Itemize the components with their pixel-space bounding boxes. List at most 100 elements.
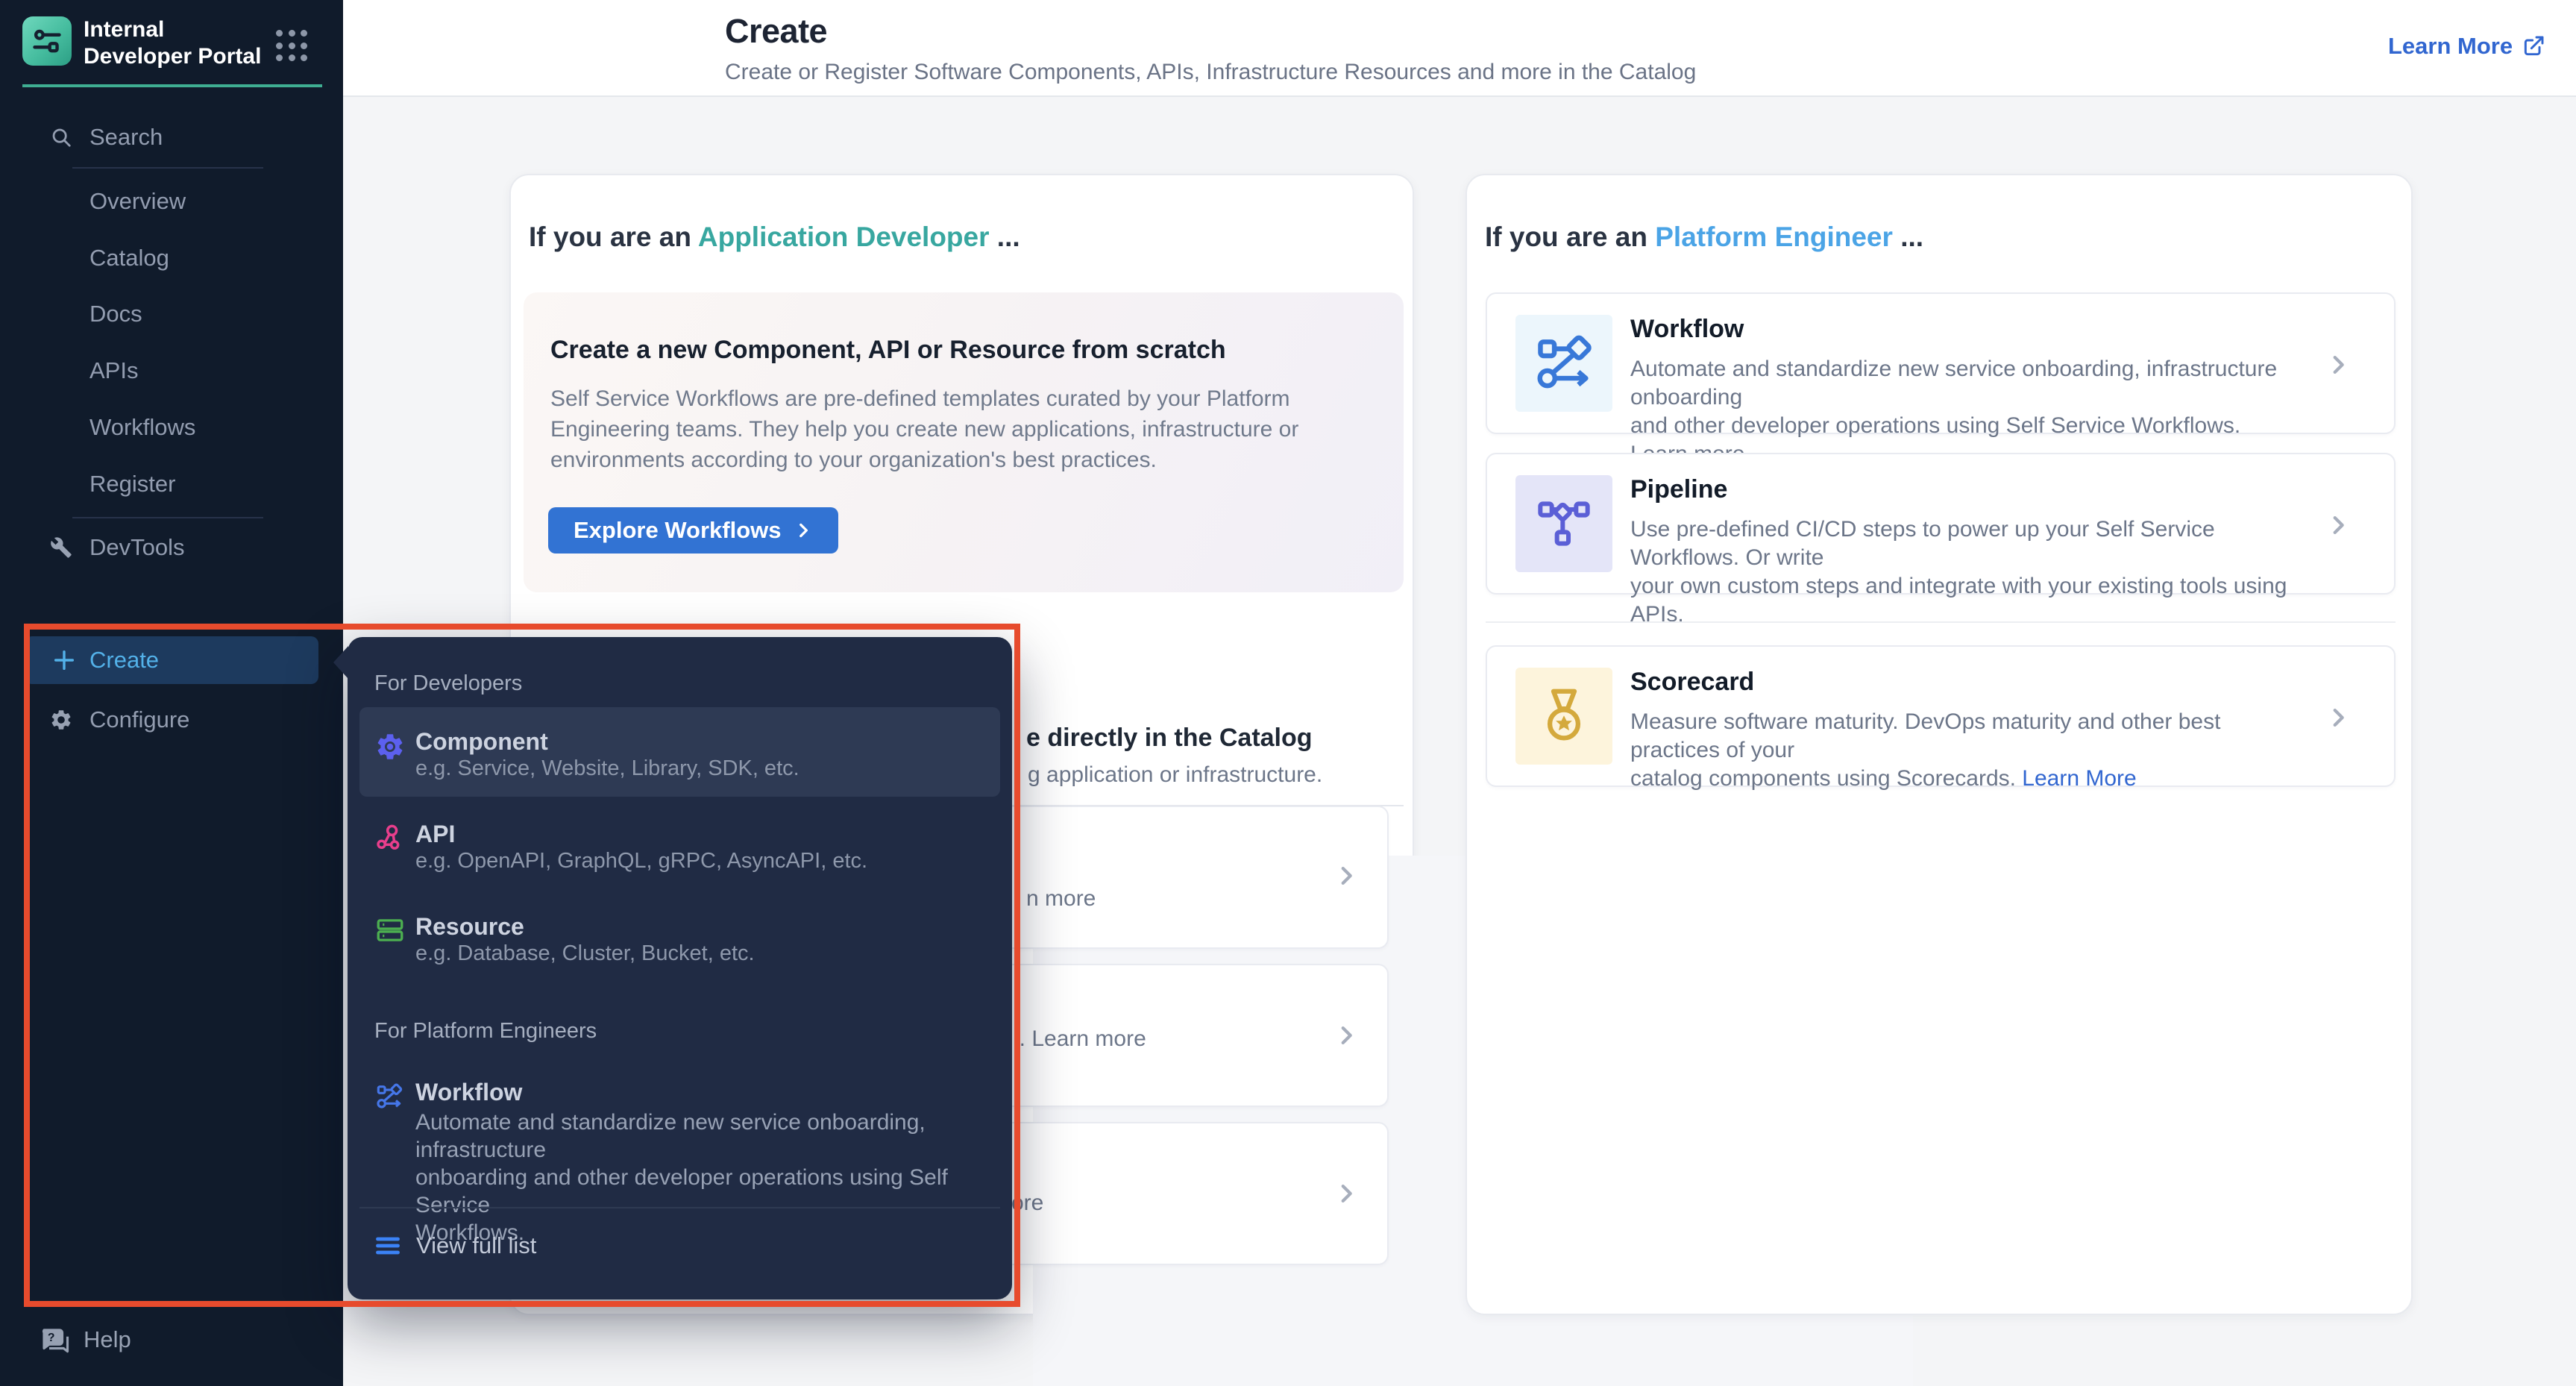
- learn-more-link[interactable]: Learn More: [2388, 33, 2545, 60]
- popup-item-component[interactable]: Component: [415, 728, 548, 756]
- view-full-list-item[interactable]: View full list: [374, 1232, 536, 1259]
- popup-item-workflow[interactable]: Workflow: [415, 1079, 522, 1106]
- sidebar-item-register[interactable]: Register: [0, 468, 343, 501]
- popup-item-component-subtitle: e.g. Service, Website, Library, SDK, etc…: [415, 756, 799, 781]
- sidebar-item-label: Overview: [89, 188, 186, 215]
- explore-workflows-label: Explore Workflows: [574, 517, 782, 544]
- sidebar-item-devtools[interactable]: DevTools: [0, 531, 343, 564]
- resource-stack-icon: [374, 915, 406, 946]
- workflow-title: Workflow: [1630, 315, 1744, 344]
- learn-more-label: Learn More: [2388, 33, 2513, 60]
- sidebar-item-overview[interactable]: Overview: [0, 185, 343, 218]
- popup-item-resource-subtitle: e.g. Database, Cluster, Bucket, etc.: [415, 941, 755, 966]
- sidebar-item-label: Help: [84, 1326, 131, 1353]
- desc-line: your own custom steps and integrate with…: [1630, 574, 2287, 627]
- external-link-icon: [2522, 34, 2545, 58]
- app-switcher-icon[interactable]: [276, 30, 309, 63]
- catalog-row-3-text-fragment: ore: [1011, 1191, 1043, 1216]
- scratch-description: Self Service Workflows are pre-defined t…: [550, 383, 1378, 475]
- sidebar-item-search[interactable]: Search: [0, 121, 343, 154]
- title-role-application-developer: Application Developer: [698, 222, 990, 252]
- component-gear-icon: [374, 731, 406, 762]
- sidebar-divider: [72, 167, 263, 169]
- workflow-description: Automate and standardize new service onb…: [1630, 355, 2294, 468]
- desc-line: Automate and standardize new service onb…: [1630, 355, 2294, 412]
- sidebar-item-label: APIs: [89, 357, 138, 384]
- sidebar-item-label: DevTools: [89, 534, 185, 561]
- workflow-icon: [374, 1082, 406, 1113]
- chevron-right-icon[interactable]: [2325, 705, 2351, 730]
- page-subtitle: Create or Register Software Components, …: [725, 60, 1696, 85]
- api-icon: [374, 822, 406, 853]
- title-prefix: If you are an: [529, 222, 698, 252]
- pipeline-title: Pipeline: [1630, 475, 1727, 504]
- sidebar-item-docs[interactable]: Docs: [0, 298, 343, 330]
- sidebar-item-label: Docs: [89, 301, 142, 327]
- sidebar-item-apis[interactable]: APIs: [0, 354, 343, 387]
- popup-item-api-subtitle: e.g. OpenAPI, GraphQL, gRPC, AsyncAPI, e…: [415, 849, 867, 874]
- sidebar-divider: [72, 517, 263, 518]
- desc-line: catalog components using Scorecards.: [1630, 766, 2022, 791]
- chevron-right-icon[interactable]: [1333, 863, 1359, 888]
- popup-item-resource[interactable]: Resource: [415, 913, 524, 941]
- explore-workflows-button[interactable]: Explore Workflows: [548, 507, 838, 554]
- title-role-platform-engineer: Platform Engineer: [1655, 222, 1893, 252]
- pipeline-description: Use pre-defined CI/CD steps to power up …: [1630, 515, 2294, 629]
- help-chat-icon: ?: [39, 1325, 70, 1356]
- title-suffix: ...: [990, 222, 1020, 252]
- sidebar-item-create[interactable]: Create: [25, 636, 318, 684]
- desc-line: Measure software maturity. DevOps maturi…: [1630, 708, 2294, 765]
- sidebar-item-workflows[interactable]: Workflows: [0, 411, 343, 444]
- sidebar: Internal Developer Portal Search Overvie…: [0, 0, 343, 1386]
- sidebar-item-label: Catalog: [89, 245, 169, 272]
- popup-section-developers: For Developers: [374, 671, 522, 696]
- plus-icon: [51, 647, 77, 673]
- catalog-heading-fragment: e directly in the Catalog: [1026, 724, 1313, 753]
- scratch-heading: Create a new Component, API or Resource …: [550, 336, 1226, 365]
- sidebar-accent-divider: [22, 84, 322, 87]
- create-from-scratch-panel: Create a new Component, API or Resource …: [524, 292, 1404, 592]
- chevron-right-icon[interactable]: [1333, 1023, 1359, 1048]
- create-menu-popup: For Developers Component e.g. Service, W…: [348, 637, 1012, 1299]
- page-header: Create Create or Register Software Compo…: [343, 0, 2576, 97]
- scorecard-learn-more-link[interactable]: Learn More: [2022, 766, 2136, 791]
- sidebar-item-catalog[interactable]: Catalog: [0, 242, 343, 275]
- popup-workflow-description: Automate and standardize new service onb…: [415, 1109, 1005, 1247]
- catalog-subtitle-fragment: g application or infrastructure.: [1028, 762, 1322, 788]
- catalog-row-2-text-fragment: l. Learn more: [1014, 1026, 1146, 1052]
- sidebar-item-label: Configure: [89, 706, 189, 733]
- popup-section-platform-engineers: For Platform Engineers: [374, 1019, 597, 1044]
- sidebar-item-configure[interactable]: Configure: [0, 703, 343, 736]
- desc-line: Use pre-defined CI/CD steps to power up …: [1630, 515, 2294, 572]
- desc-line: Automate and standardize new service onb…: [415, 1109, 1005, 1164]
- search-icon: [49, 125, 73, 149]
- platform-card-title: If you are an Platform Engineer ...: [1485, 222, 1923, 253]
- title-prefix: If you are an: [1485, 222, 1655, 252]
- sidebar-item-help[interactable]: ? Help: [0, 1322, 343, 1358]
- workflow-row[interactable]: Workflow Automate and standardize new se…: [1486, 292, 2396, 434]
- app-root: Create Create or Register Software Compo…: [0, 0, 2576, 1386]
- app-title: Internal Developer Portal: [84, 16, 270, 70]
- desc-line: onboarding and other developer operation…: [415, 1164, 1005, 1219]
- wrench-icon: [49, 536, 73, 559]
- app-logo-icon: [22, 16, 72, 66]
- title-suffix: ...: [1893, 222, 1923, 252]
- platform-engineer-card: If you are an Platform Engineer ... Work…: [1466, 174, 2413, 1315]
- pipeline-row[interactable]: Pipeline Use pre-defined CI/CD steps to …: [1486, 453, 2396, 595]
- scorecard-medal-icon: [1515, 668, 1612, 765]
- popup-item-api[interactable]: API: [415, 821, 455, 848]
- sidebar-item-label: Register: [89, 471, 175, 498]
- sidebar-item-label: Create: [89, 647, 159, 674]
- chevron-right-icon[interactable]: [1333, 1181, 1359, 1206]
- pipeline-icon: [1515, 475, 1612, 572]
- chevron-right-icon: [794, 521, 813, 540]
- view-full-list-label: View full list: [416, 1232, 536, 1259]
- chevron-right-icon[interactable]: [2325, 512, 2351, 538]
- svg-text:?: ?: [48, 1332, 55, 1344]
- workflow-icon: [1515, 315, 1612, 412]
- sidebar-item-label: Search: [89, 124, 163, 151]
- scorecard-title: Scorecard: [1630, 668, 1754, 697]
- popup-divider: [359, 1207, 1000, 1208]
- chevron-right-icon[interactable]: [2325, 352, 2351, 377]
- scorecard-row[interactable]: Scorecard Measure software maturity. Dev…: [1486, 645, 2396, 787]
